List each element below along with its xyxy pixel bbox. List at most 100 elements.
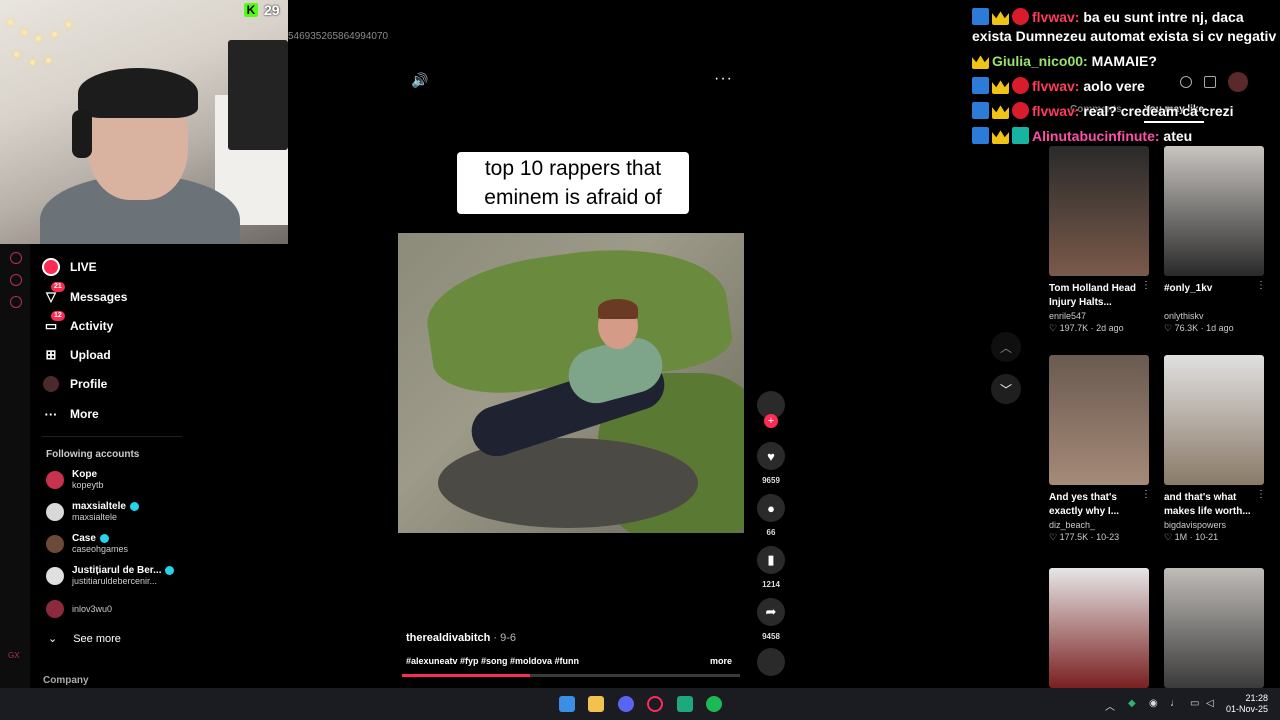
chat-username[interactable]: flvwav:	[1032, 78, 1079, 94]
tray-chevron-icon[interactable]: ︿	[1105, 698, 1115, 713]
kick-viewer-badge: K 29	[244, 2, 280, 18]
network-icon[interactable]: ▭	[1190, 698, 1199, 709]
sound-disc-button[interactable]	[757, 648, 785, 676]
volume-icon[interactable]: ◁	[1206, 698, 1214, 709]
chat-username[interactable]: flvwav:	[1032, 103, 1079, 119]
following-account[interactable]: Case caseohgames	[46, 533, 128, 554]
red-badge-icon	[1012, 77, 1029, 94]
recommended-video-card[interactable]: ⋮ Tom Holland Head Injury Halts... enril…	[1049, 146, 1153, 334]
profile-icon	[42, 375, 60, 393]
following-account[interactable]: maxsialtele maxsialtele	[46, 501, 139, 522]
bookmark-icon: ▮	[757, 546, 785, 574]
avatar	[46, 502, 64, 521]
red-badge-icon	[1012, 8, 1029, 25]
share-button[interactable]: ➦ 9458	[757, 598, 785, 641]
following-account[interactable]: Justițiarul de Ber... justitiarulde­berc…	[46, 565, 175, 586]
previous-video-button[interactable]: ︿	[991, 332, 1021, 362]
opera-gx-icon[interactable]	[647, 696, 663, 712]
chat-message: Alinutabucinfinute: ateu	[972, 127, 1278, 146]
follow-plus-icon[interactable]: +	[764, 414, 778, 428]
more-icon: ···	[44, 406, 58, 422]
nav-more[interactable]: ··· More	[42, 405, 99, 423]
nav-label: LIVE	[70, 260, 97, 274]
comment-button[interactable]: ● 66	[757, 494, 785, 537]
chat-text: aolo vere	[1079, 78, 1145, 94]
recommended-video-card[interactable]	[1049, 568, 1153, 688]
chat-text: real? credeam ca crezi	[1079, 103, 1234, 119]
company-link[interactable]: Company	[43, 675, 89, 686]
chat-username[interactable]: Giulia_nico00:	[992, 53, 1088, 69]
card-options-icon[interactable]: ⋮	[1256, 489, 1266, 500]
nav-activity[interactable]: ▭ 12 Activity	[42, 311, 114, 335]
following-title: Following accounts	[46, 449, 140, 460]
avatar	[46, 470, 64, 489]
discord-icon[interactable]	[618, 696, 634, 712]
nav-messages[interactable]: ▽ 21 Messages	[42, 282, 127, 306]
recommended-video-card[interactable]: ⋮ and that's what makes life worth... bi…	[1164, 355, 1268, 543]
tray-shield-icon[interactable]: ◆	[1128, 698, 1136, 709]
windows-taskbar: ︿ ◆ ◉ ♩ ▭ ◁ 21:28 01-Nov-25	[0, 688, 1280, 720]
microphone-icon[interactable]: ♩	[1170, 698, 1180, 709]
nav-label: Upload	[70, 348, 111, 362]
spotify-icon[interactable]	[706, 696, 722, 712]
nav-live[interactable]: LIVE	[42, 258, 97, 276]
chat-username[interactable]: flvwav:	[1032, 9, 1079, 25]
video-caption-overlay: top 10 rappers that eminem is afraid of	[457, 152, 689, 214]
speaker-icon[interactable]: 🔊	[411, 72, 429, 90]
teal-badge-icon	[1012, 127, 1029, 144]
more-link[interactable]: more	[710, 656, 732, 666]
history-icon[interactable]	[10, 252, 22, 264]
nav-label: More	[70, 407, 99, 421]
share-count: 9458	[762, 632, 780, 641]
nav-profile[interactable]: Profile	[42, 375, 107, 393]
mod-badge-icon	[972, 102, 989, 119]
recommended-video-card[interactable]: ⋮ And yes that's exactly why I... diz_be…	[1049, 355, 1153, 543]
save-button[interactable]: ▮ 1214	[757, 546, 785, 589]
like-button[interactable]: ♥ 9659	[757, 442, 785, 485]
tray-discord-icon[interactable]: ◉	[1149, 698, 1158, 709]
video-thumbnail	[1049, 146, 1149, 276]
following-account[interactable]: Kope kopeytb	[46, 469, 104, 490]
nav-label: Activity	[70, 319, 114, 333]
stream-chat-overlay: flvwav: ba eu sunt intre nj, daca exista…	[972, 8, 1278, 152]
options-dots-icon[interactable]: ···	[714, 70, 733, 88]
avatar	[46, 566, 64, 585]
nav-label: Profile	[70, 377, 108, 391]
nav-upload[interactable]: ⊞ Upload	[42, 346, 111, 364]
settings-icon[interactable]	[10, 296, 22, 308]
live-icon	[42, 258, 60, 276]
see-more-button[interactable]: ⌄ See more	[48, 632, 121, 646]
chat-username[interactable]: Alinutabucinfinute:	[1032, 128, 1160, 144]
video-author[interactable]: therealdivabitch · 9-6	[406, 632, 516, 644]
video-player[interactable]	[398, 233, 744, 533]
app-icon[interactable]	[677, 696, 693, 712]
recommended-video-card[interactable]	[1164, 568, 1268, 688]
card-options-icon[interactable]: ⋮	[1141, 280, 1151, 291]
following-account[interactable]: inlov3wu0	[46, 600, 112, 618]
mod-badge-icon	[972, 127, 989, 144]
verified-icon	[165, 566, 175, 575]
mod-badge-icon	[972, 77, 989, 94]
music-disc-icon	[757, 648, 785, 676]
video-hashtags[interactable]: #alexuneatv #fyp #song #moldova #funn	[406, 656, 579, 666]
crown-badge-icon	[992, 11, 1009, 25]
start-menu-icon[interactable]	[559, 696, 575, 712]
viewer-count: 29	[264, 2, 280, 18]
video-progress-bar[interactable]	[402, 674, 740, 677]
system-clock[interactable]: 21:28 01-Nov-25	[1226, 693, 1268, 715]
chat-message: Giulia_nico00: MAMAIE?	[972, 52, 1278, 71]
gx-label: GX	[8, 651, 20, 660]
video-thumbnail	[1164, 146, 1264, 276]
red-badge-icon	[1012, 102, 1029, 119]
card-options-icon[interactable]: ⋮	[1256, 280, 1266, 291]
extensions-icon[interactable]	[10, 274, 22, 286]
card-options-icon[interactable]: ⋮	[1141, 489, 1151, 500]
crown-badge-icon	[992, 105, 1009, 119]
upload-icon: ⊞	[45, 347, 57, 362]
verified-icon	[129, 502, 139, 511]
comment-count: 66	[766, 528, 776, 537]
recommended-video-card[interactable]: ⋮ #only_1kv onlythiskv ♡ 76.3K · 1d ago	[1164, 146, 1268, 334]
next-video-button[interactable]: ﹀	[991, 374, 1021, 404]
like-count: 9659	[762, 476, 780, 485]
file-explorer-icon[interactable]	[588, 696, 604, 712]
